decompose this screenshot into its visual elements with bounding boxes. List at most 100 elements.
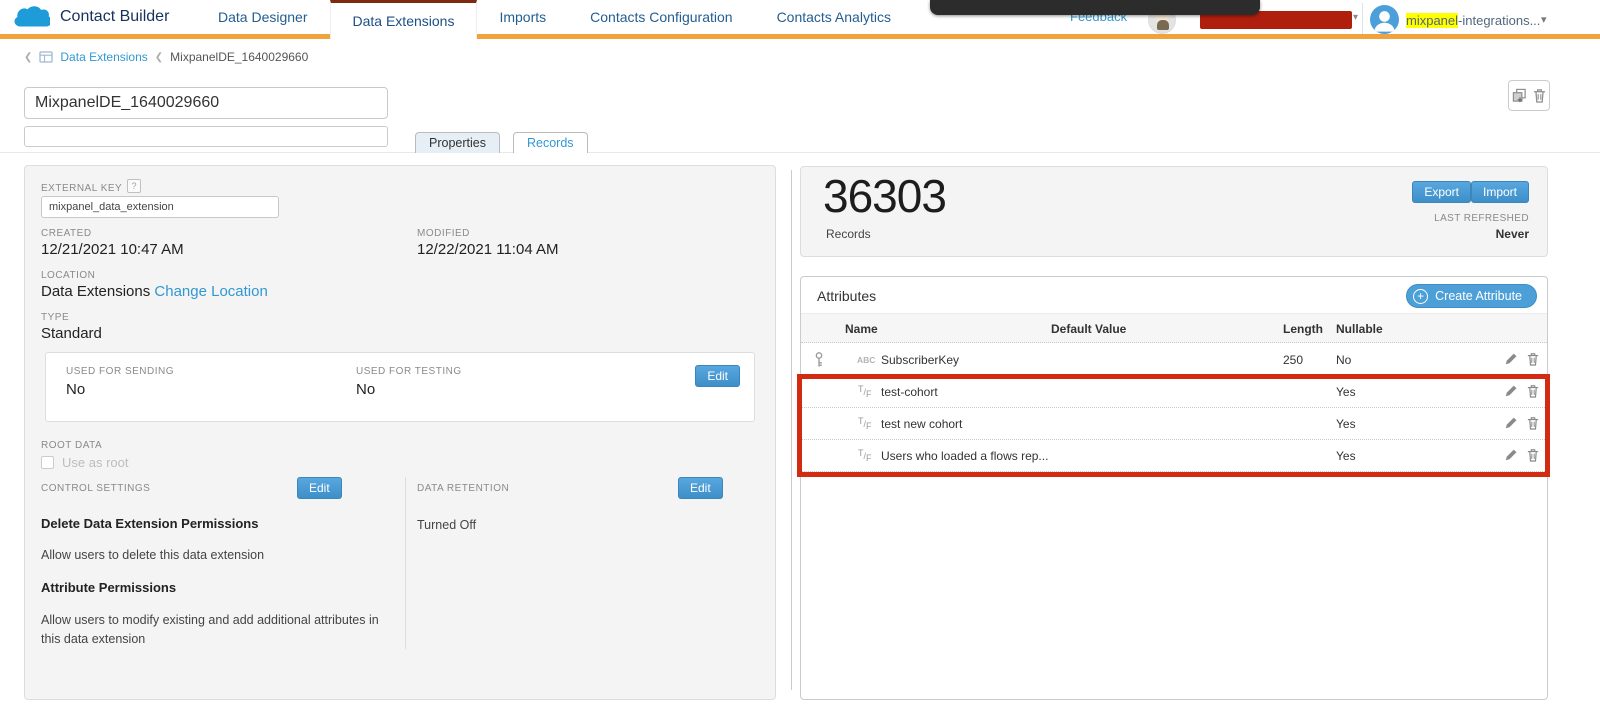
column-default-value: Default Value [1051, 322, 1126, 336]
extension-description-input[interactable] [24, 126, 388, 147]
chevron-left-icon[interactable]: ❮ [24, 52, 32, 63]
attribute-nullable: Yes [1336, 385, 1356, 399]
title-actions-group [1508, 80, 1550, 111]
salesforce-cloud-icon [12, 4, 50, 30]
modified-value: 12/22/2021 11:04 AM [417, 241, 559, 258]
section-divider [405, 477, 406, 649]
primary-key-icon [814, 351, 824, 372]
last-refreshed-value: Never [1496, 227, 1529, 241]
breadcrumb-current: MixpanelDE_1640029660 [170, 50, 308, 64]
tab-records[interactable]: Records [513, 132, 588, 153]
attribute-row[interactable]: ABC T/F Users who loaded a flows rep... … [801, 440, 1547, 472]
delete-permissions-title: Delete Data Extension Permissions [41, 516, 258, 531]
nav-item-data-extensions[interactable]: Data Extensions [330, 0, 478, 39]
attributes-table-header: Name Default Value Length Nullable [801, 313, 1547, 343]
delete-icon[interactable] [1533, 88, 1546, 103]
last-refreshed-label: LAST REFRESHED [1434, 213, 1529, 224]
column-nullable: Nullable [1336, 322, 1383, 336]
control-settings-edit-button[interactable]: Edit [297, 477, 342, 499]
data-retention-value: Turned Off [417, 516, 476, 535]
type-value: Standard [41, 325, 102, 342]
panel-divider [791, 170, 792, 690]
attribute-nullable: Yes [1336, 449, 1356, 463]
external-key-input[interactable] [41, 196, 279, 218]
breadcrumb: ❮ Data Extensions ❮ MixpanelDE_164002966… [24, 50, 308, 64]
attribute-name: test-cohort [881, 385, 938, 399]
edit-pencil-icon[interactable] [1504, 416, 1518, 430]
attribute-nullable: No [1336, 353, 1351, 367]
person-icon [1370, 5, 1399, 34]
created-value: 12/21/2021 10:47 AM [41, 241, 184, 258]
edit-pencil-icon[interactable] [1504, 448, 1518, 462]
attribute-permissions-title: Attribute Permissions [41, 580, 176, 595]
app-title: Contact Builder [60, 8, 169, 26]
tab-properties[interactable]: Properties [415, 132, 500, 153]
attribute-permissions-desc: Allow users to modify existing and add a… [41, 611, 386, 650]
boolean-type-icon: T/F [858, 448, 872, 463]
nav-item-imports[interactable]: Imports [477, 0, 568, 34]
username-highlight: mixpanel [1406, 13, 1458, 28]
attribute-nullable: Yes [1336, 417, 1356, 431]
record-count: 36303 [823, 169, 946, 223]
usage-box: USED FOR SENDING No USED FOR TESTING No … [45, 352, 755, 422]
attribute-length: 250 [1283, 353, 1303, 367]
breadcrumb-data-extensions-link[interactable]: Data Extensions [60, 50, 147, 64]
nav-item-data-designer[interactable]: Data Designer [196, 0, 330, 34]
attribute-name: test new cohort [881, 417, 962, 431]
chevron-down-icon[interactable]: ▾ [1541, 13, 1547, 26]
delete-icon[interactable] [1527, 352, 1539, 366]
external-key-label: EXTERNAL KEY [41, 183, 122, 194]
copy-icon[interactable] [1512, 88, 1527, 103]
row-actions [1504, 384, 1539, 398]
user-menu[interactable]: mixpanel-integrations... [1406, 13, 1540, 28]
export-button[interactable]: Export [1412, 181, 1471, 203]
attributes-title: Attributes [817, 288, 876, 304]
app-logo[interactable]: Contact Builder [12, 4, 169, 30]
column-length: Length [1283, 322, 1323, 336]
chevron-left-icon: ❮ [155, 52, 163, 63]
records-label: Records [826, 227, 871, 241]
attribute-name: Users who loaded a flows rep... [881, 449, 1048, 463]
nav-item-contacts-analytics[interactable]: Contacts Analytics [755, 0, 913, 34]
usage-edit-button[interactable]: Edit [695, 365, 740, 387]
use-as-root-row: Use as root [41, 455, 128, 470]
records-summary-card: 36303 Records Export Import LAST REFRESH… [800, 166, 1548, 257]
extension-name-input[interactable] [24, 87, 388, 119]
location-label: LOCATION [41, 270, 95, 281]
help-icon[interactable]: ? [127, 179, 141, 193]
attribute-name: SubscriberKey [881, 353, 959, 367]
attributes-panel: Attributes + Create Attribute Name Defau… [800, 276, 1548, 700]
use-as-root-checkbox[interactable] [41, 456, 54, 469]
edit-pencil-icon[interactable] [1504, 384, 1518, 398]
boolean-type-icon: T/F [858, 416, 872, 431]
nav-item-contacts-configuration[interactable]: Contacts Configuration [568, 0, 754, 34]
data-retention-label: DATA RETENTION [417, 483, 509, 494]
data-retention-edit-button[interactable]: Edit [678, 477, 723, 499]
row-actions [1504, 416, 1539, 430]
user-avatar[interactable] [1370, 5, 1399, 34]
import-button[interactable]: Import [1471, 181, 1529, 203]
username-rest: -integrations... [1458, 13, 1540, 28]
edit-pencil-icon[interactable] [1504, 352, 1518, 366]
redaction-black-box [930, 0, 1260, 15]
detail-tabs: Properties Records [415, 132, 588, 153]
delete-permissions-desc: Allow users to delete this data extensio… [41, 546, 264, 565]
attribute-row[interactable]: ABC T/F test new cohort Yes [801, 408, 1547, 440]
attribute-row[interactable]: ABC T/F test-cohort Yes [801, 376, 1547, 408]
change-location-link[interactable]: Change Location [154, 283, 267, 300]
properties-panel: EXTERNAL KEY ? CREATED 12/21/2021 10:47 … [24, 165, 776, 700]
row-actions [1504, 352, 1539, 366]
delete-icon[interactable] [1527, 448, 1539, 462]
plus-icon: + [1413, 289, 1428, 304]
delete-icon[interactable] [1527, 384, 1539, 398]
chevron-down-icon[interactable]: ▾ [1353, 12, 1358, 23]
used-for-sending-value: No [66, 381, 85, 398]
text-type-icon: ABC [857, 355, 875, 365]
column-name: Name [845, 322, 878, 336]
create-attribute-button[interactable]: + Create Attribute [1406, 284, 1537, 308]
boolean-type-icon: T/F [858, 384, 872, 399]
delete-icon[interactable] [1527, 416, 1539, 430]
location-value: Data Extensions [41, 283, 150, 300]
attribute-rows: ABC T/F SubscriberKey 250 No [801, 344, 1547, 472]
attribute-row[interactable]: ABC T/F SubscriberKey 250 No [801, 344, 1547, 376]
